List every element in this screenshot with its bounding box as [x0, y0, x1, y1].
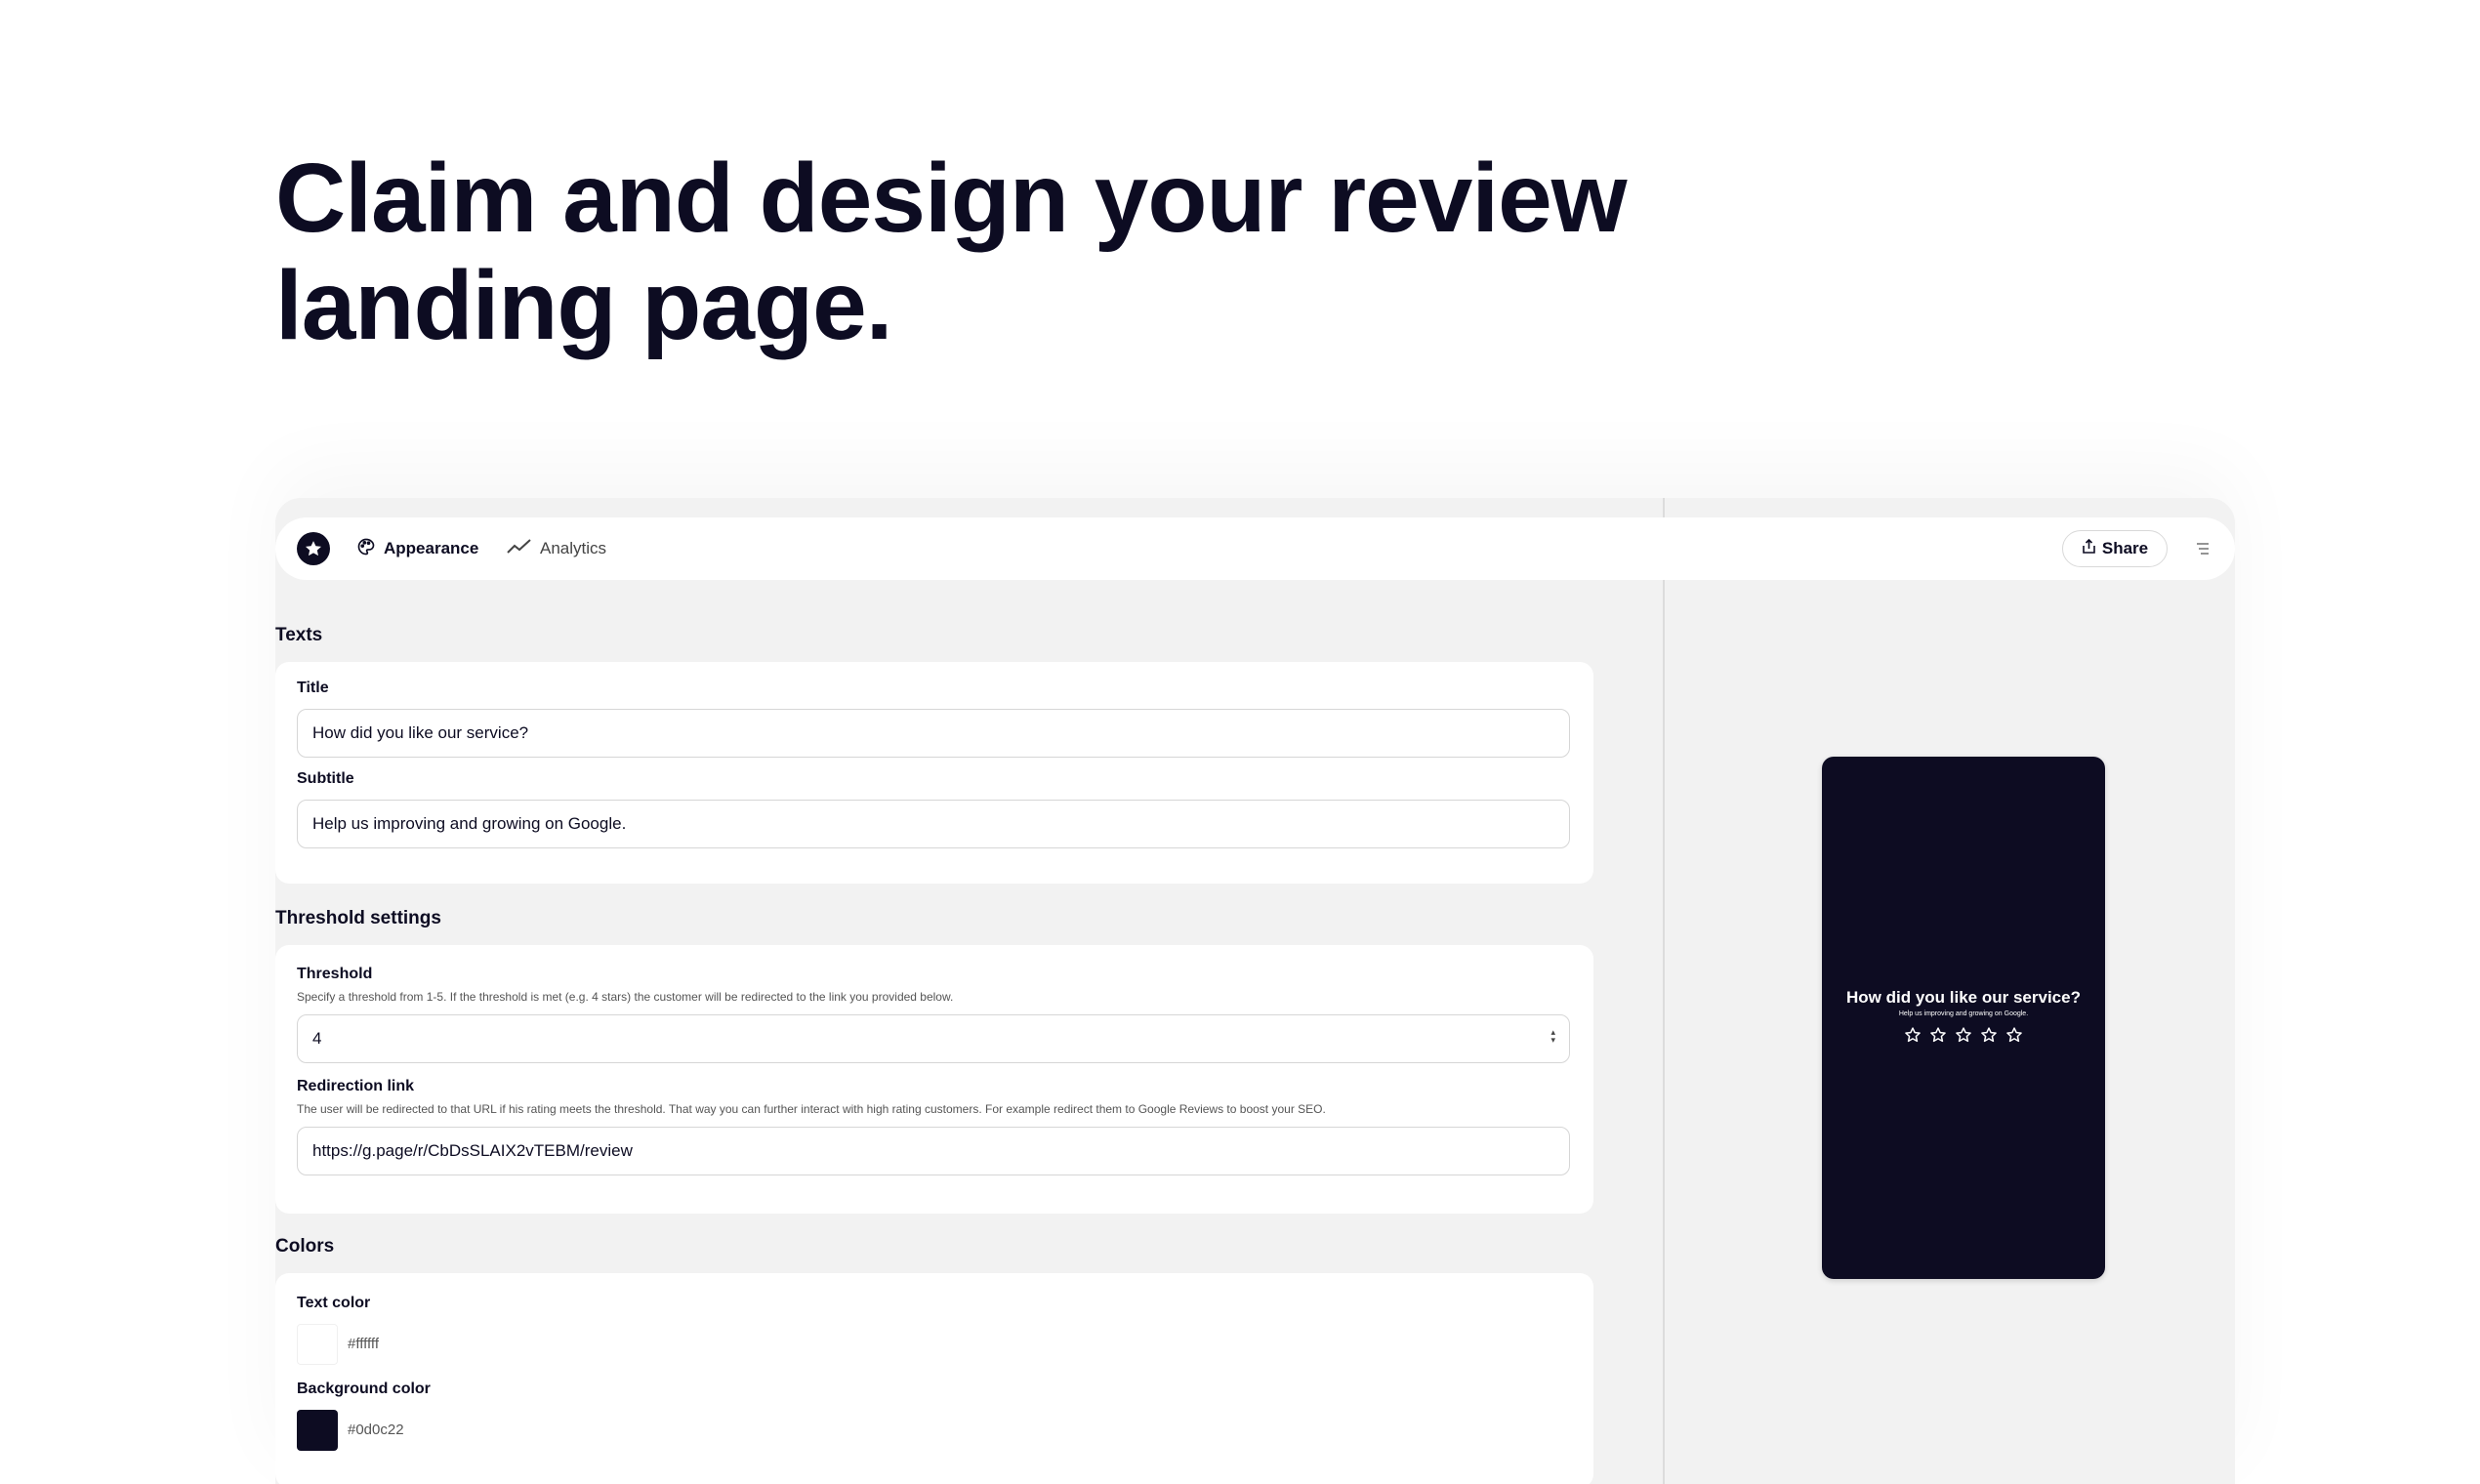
threshold-number-input[interactable]: 4 ▴ ▾ — [297, 1014, 1570, 1063]
star-logo-icon[interactable] — [297, 532, 330, 565]
text-color-label: Text color — [297, 1295, 371, 1311]
subtitle-input[interactable]: Help us improving and growing on Google. — [297, 800, 1570, 848]
headline-line-1: Claim and design your review — [275, 144, 1628, 253]
threshold-card: Threshold Specify a threshold from 1-5. … — [275, 945, 1593, 1214]
text-color-swatch[interactable] — [297, 1324, 338, 1365]
panel-divider — [1663, 498, 1665, 1484]
redirect-url-input[interactable]: https://g.page/r/CbDsSLAIX2vTEBM/review — [297, 1127, 1570, 1175]
preview-title: How did you like our service? — [1846, 988, 2081, 1007]
menu-icon[interactable] — [2191, 537, 2214, 560]
tab-appearance-label: Appearance — [384, 539, 479, 557]
share-icon — [2082, 538, 2096, 559]
background-color-hex[interactable]: #0d0c22 — [348, 1422, 404, 1438]
redirect-help-text: The user will be redirected to that URL … — [297, 1102, 1326, 1116]
chevron-down-icon[interactable]: ▾ — [1550, 1036, 1555, 1045]
page-headline: Claim and design your review landing pag… — [275, 144, 1740, 359]
star-outline-icon[interactable] — [2005, 1026, 2023, 1044]
section-title-threshold: Threshold settings — [275, 908, 441, 928]
app-window: Appearance Analytics Share Texts Title H… — [275, 498, 2235, 1484]
section-title-texts: Texts — [275, 625, 323, 645]
threshold-stepper[interactable]: ▴ ▾ — [1550, 1028, 1555, 1045]
redirect-label: Redirection link — [297, 1078, 415, 1094]
star-outline-icon[interactable] — [1980, 1026, 1998, 1044]
background-color-label: Background color — [297, 1381, 431, 1397]
tab-analytics-label: Analytics — [540, 539, 607, 557]
redirect-input-value: https://g.page/r/CbDsSLAIX2vTEBM/review — [312, 1141, 633, 1160]
title-input-value: How did you like our service? — [312, 723, 529, 742]
star-outline-icon[interactable] — [1955, 1026, 1972, 1044]
threshold-input-value: 4 — [312, 1029, 322, 1048]
top-nav-bar: Appearance Analytics Share — [275, 517, 2235, 580]
share-button-label: Share — [2101, 539, 2149, 557]
background-color-swatch[interactable] — [297, 1410, 338, 1451]
mobile-preview: How did you like our service? Help us im… — [1822, 757, 2105, 1279]
headline-line-2: landing page. — [275, 251, 892, 360]
star-outline-icon[interactable] — [1929, 1026, 1947, 1044]
share-button[interactable]: Share — [2062, 530, 2168, 567]
tab-analytics[interactable]: Analytics — [507, 517, 606, 580]
text-color-hex[interactable]: #ffffff — [348, 1336, 379, 1352]
title-label: Title — [297, 680, 329, 696]
colors-card: Text color #ffffff Background color #0d0… — [275, 1273, 1593, 1484]
trending-up-icon — [507, 537, 532, 561]
palette-icon — [356, 537, 376, 561]
texts-card: Title How did you like our service? Subt… — [275, 662, 1593, 884]
subtitle-input-value: Help us improving and growing on Google. — [312, 814, 627, 833]
title-input[interactable]: How did you like our service? — [297, 709, 1570, 758]
tab-appearance[interactable]: Appearance — [356, 517, 478, 580]
star-outline-icon[interactable] — [1904, 1026, 1922, 1044]
threshold-label: Threshold — [297, 966, 373, 982]
threshold-help-text: Specify a threshold from 1-5. If the thr… — [297, 990, 954, 1004]
preview-subtitle: Help us improving and growing on Google. — [1898, 1010, 2029, 1017]
preview-star-rating — [1822, 1026, 2105, 1044]
section-title-colors: Colors — [275, 1236, 335, 1257]
subtitle-label: Subtitle — [297, 770, 354, 787]
